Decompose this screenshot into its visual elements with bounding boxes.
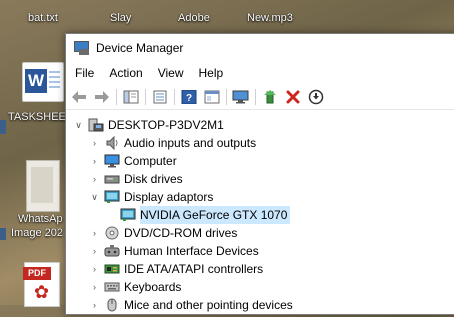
tree-item-label: Mice and other pointing devices bbox=[124, 298, 293, 312]
tree-item-label: Disk drives bbox=[124, 172, 183, 186]
uninstall-icon bbox=[286, 90, 299, 104]
keyboard-icon bbox=[104, 280, 120, 294]
mouse-icon bbox=[104, 298, 120, 312]
tree-item-audio[interactable]: › Audio inputs and outputs bbox=[89, 134, 256, 152]
desktop-icon-label-adobe[interactable]: Adobe bbox=[178, 12, 210, 25]
uninstall-device-button[interactable] bbox=[283, 88, 302, 106]
desktop-icon-label-slay[interactable]: Slay bbox=[110, 12, 131, 25]
chevron-right-icon[interactable]: › bbox=[89, 224, 100, 242]
show-hide-console-tree-button[interactable] bbox=[121, 88, 140, 106]
chevron-right-icon[interactable]: › bbox=[89, 170, 100, 188]
desktop-icon-label-whatsapp-1[interactable]: WhatsAp bbox=[18, 213, 63, 226]
update-driver-button[interactable] bbox=[260, 88, 279, 106]
chevron-right-icon[interactable]: › bbox=[89, 296, 100, 314]
display-adapter-icon bbox=[104, 190, 120, 204]
title-bar[interactable]: Device Manager bbox=[66, 34, 454, 61]
tree-item-label-selected: NVIDIA GeForce GTX 1070 bbox=[140, 206, 291, 224]
chevron-right-icon[interactable]: › bbox=[89, 134, 100, 152]
disable-device-icon bbox=[308, 89, 323, 105]
chevron-right-icon[interactable]: › bbox=[89, 152, 100, 170]
tree-item-label: DVD/CD-ROM drives bbox=[124, 226, 238, 240]
ide-controller-icon bbox=[104, 262, 120, 276]
desktop-icon-label-whatsapp-2[interactable]: Image 202 bbox=[11, 227, 63, 240]
chevron-down-icon[interactable]: ∨ bbox=[89, 188, 100, 206]
chevron-right-icon[interactable]: › bbox=[89, 278, 100, 296]
menu-view[interactable]: View bbox=[152, 63, 190, 83]
tree-root-label: DESKTOP-P3DV2M1 bbox=[108, 118, 224, 132]
tree-item-hid[interactable]: › Human Interface Devices bbox=[89, 242, 259, 260]
display-adapter-icon bbox=[120, 208, 136, 222]
tree-item-ide-controllers[interactable]: › IDE ATA/ATAPI controllers bbox=[89, 260, 263, 278]
dvd-icon bbox=[104, 226, 120, 240]
hid-icon bbox=[104, 244, 120, 258]
disk-drive-icon bbox=[104, 172, 120, 186]
tree-item-label: Display adaptors bbox=[124, 190, 214, 204]
tree-item-dvd-drives[interactable]: › DVD/CD-ROM drives bbox=[89, 224, 237, 242]
chevron-right-icon[interactable]: › bbox=[89, 260, 100, 278]
computer-icon bbox=[88, 118, 104, 132]
desktop-edge-decoration bbox=[0, 228, 6, 240]
properties-icon bbox=[153, 90, 166, 104]
pdf-file-icon[interactable]: PDF ✿ bbox=[23, 262, 60, 307]
chevron-right-icon[interactable]: › bbox=[89, 242, 100, 260]
tree-item-keyboards[interactable]: › Keyboards bbox=[89, 278, 181, 296]
desktop-icon-label-new-mp3[interactable]: New.mp3 bbox=[247, 12, 293, 25]
tree-item-nvidia-gpu[interactable]: NVIDIA GeForce GTX 1070 bbox=[116, 206, 291, 224]
device-manager-icon bbox=[74, 40, 90, 55]
device-manager-window[interactable]: Device Manager File Action View Help ? ∨… bbox=[65, 33, 454, 315]
menu-file[interactable]: File bbox=[69, 63, 100, 83]
tree-item-label: Human Interface Devices bbox=[124, 244, 259, 258]
tree-item-label: IDE ATA/ATAPI controllers bbox=[124, 262, 264, 276]
show-hide-tree-icon bbox=[123, 90, 138, 104]
forward-arrow-icon bbox=[94, 91, 109, 103]
tree-item-label: Keyboards bbox=[124, 280, 182, 294]
acrobat-icon: ✿ bbox=[34, 282, 50, 302]
tree-item-display-adaptors[interactable]: ∨ Display adaptors bbox=[89, 188, 213, 206]
menu-action[interactable]: Action bbox=[103, 63, 148, 83]
back-button[interactable] bbox=[69, 88, 88, 106]
desktop-edge-decoration bbox=[0, 120, 6, 134]
monitor-icon bbox=[104, 154, 120, 168]
pdf-tag: PDF bbox=[23, 267, 51, 280]
scan-hardware-icon bbox=[232, 90, 248, 104]
help-button[interactable]: ? bbox=[179, 88, 198, 106]
tree-item-computer[interactable]: › Computer bbox=[89, 152, 177, 170]
tree-root[interactable]: ∨ DESKTOP-P3DV2M1 bbox=[73, 116, 224, 134]
help-icon: ? bbox=[181, 90, 196, 104]
menu-help[interactable]: Help bbox=[193, 63, 230, 83]
desktop-icon-label-bat-txt[interactable]: bat.txt bbox=[28, 12, 58, 25]
word-document-icon[interactable]: W bbox=[22, 62, 64, 102]
chevron-down-icon[interactable]: ∨ bbox=[73, 116, 84, 134]
tree-item-label: Audio inputs and outputs bbox=[124, 136, 257, 150]
word-logo-icon: W bbox=[25, 69, 47, 93]
forward-button[interactable] bbox=[92, 88, 111, 106]
desktop-icon-label-tasksheet[interactable]: TASKSHEE bbox=[8, 111, 66, 124]
scan-hardware-button[interactable] bbox=[231, 88, 250, 106]
menu-bar: File Action View Help bbox=[66, 61, 454, 85]
view-icon bbox=[204, 90, 219, 104]
update-driver-icon bbox=[263, 90, 276, 104]
toolbar: ? bbox=[66, 85, 454, 110]
disable-device-button[interactable] bbox=[306, 88, 325, 106]
tree-item-mice[interactable]: › Mice and other pointing devices bbox=[89, 296, 293, 314]
whatsapp-image-icon[interactable] bbox=[26, 160, 60, 212]
view-button[interactable] bbox=[202, 88, 221, 106]
back-arrow-icon bbox=[71, 91, 86, 103]
speaker-icon bbox=[104, 135, 120, 151]
window-title: Device Manager bbox=[96, 40, 184, 55]
tree-item-disk-drives[interactable]: › Disk drives bbox=[89, 170, 183, 188]
properties-button[interactable] bbox=[150, 88, 169, 106]
tree-item-label: Computer bbox=[124, 154, 177, 168]
svg-text:?: ? bbox=[185, 93, 191, 104]
